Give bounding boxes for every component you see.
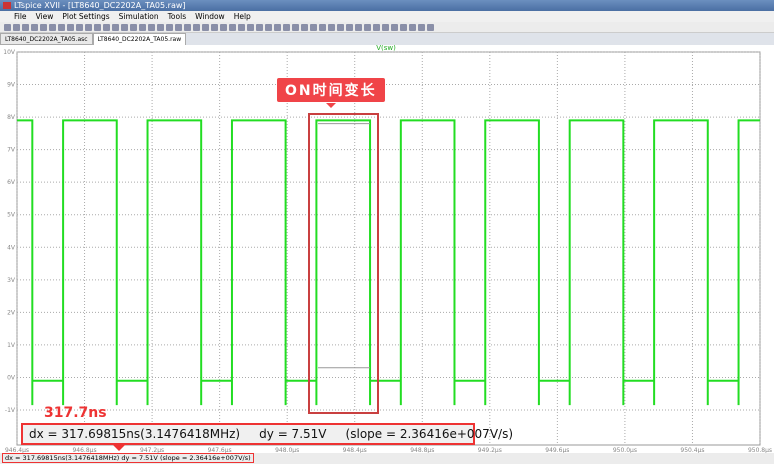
toolbar bbox=[0, 22, 774, 33]
y-tick-label: 7V bbox=[7, 147, 16, 154]
toolbar-button-icon[interactable] bbox=[175, 23, 182, 31]
tab-bar: LT8640_DC2202A_TA05.asc LT8640_DC2202A_TA… bbox=[0, 33, 774, 45]
toolbar-button-icon[interactable] bbox=[355, 23, 362, 31]
trace-label: V(sw) bbox=[376, 45, 396, 52]
y-tick-label: 0V bbox=[7, 374, 16, 381]
toolbar-button-icon[interactable] bbox=[364, 23, 371, 31]
toolbar-button-icon[interactable] bbox=[265, 23, 272, 31]
title-bar: LTspice XVII - [LT8640_DC2202A_TA05.raw] bbox=[0, 0, 774, 11]
toolbar-button-icon[interactable] bbox=[211, 23, 218, 31]
menu-view[interactable]: View bbox=[36, 11, 54, 22]
toolbar-button-icon[interactable] bbox=[301, 23, 308, 31]
toolbar-button-icon[interactable] bbox=[283, 23, 290, 31]
toolbar-button-icon[interactable] bbox=[49, 23, 56, 31]
y-tick-label: 9V bbox=[7, 82, 16, 89]
toolbar-button-icon[interactable] bbox=[166, 23, 173, 31]
menu-help[interactable]: Help bbox=[234, 11, 251, 22]
menu-window[interactable]: Window bbox=[195, 11, 225, 22]
toolbar-button-icon[interactable] bbox=[112, 23, 119, 31]
toolbar-button-icon[interactable] bbox=[427, 23, 434, 31]
toolbar-button-icon[interactable] bbox=[184, 23, 191, 31]
tab-waveform[interactable]: LT8640_DC2202A_TA05.raw bbox=[92, 33, 187, 45]
toolbar-button-icon[interactable] bbox=[346, 23, 353, 31]
toolbar-button-icon[interactable] bbox=[220, 23, 227, 31]
status-bar: dx = 317.69815ns(3.1476418MHz) dy = 7.51… bbox=[0, 453, 774, 464]
toolbar-button-icon[interactable] bbox=[310, 23, 317, 31]
toolbar-button-icon[interactable] bbox=[31, 23, 38, 31]
toolbar-button-icon[interactable] bbox=[76, 23, 83, 31]
toolbar-button-icon[interactable] bbox=[202, 23, 209, 31]
menu-file[interactable]: File bbox=[14, 11, 27, 22]
toolbar-button-icon[interactable] bbox=[238, 23, 245, 31]
toolbar-button-icon[interactable] bbox=[247, 23, 254, 31]
tab-schematic[interactable]: LT8640_DC2202A_TA05.asc bbox=[0, 33, 93, 45]
toolbar-button-icon[interactable] bbox=[130, 23, 137, 31]
menu-simulation[interactable]: Simulation bbox=[119, 11, 159, 22]
vsw-trace bbox=[17, 119, 760, 406]
toolbar-button-icon[interactable] bbox=[418, 23, 425, 31]
toolbar-button-icon[interactable] bbox=[337, 23, 344, 31]
toolbar-button-icon[interactable] bbox=[382, 23, 389, 31]
toolbar-button-icon[interactable] bbox=[274, 23, 281, 31]
status-text: dx = 317.69815ns(3.1476418MHz) dy = 7.51… bbox=[2, 453, 254, 463]
y-tick-label: 8V bbox=[7, 114, 16, 121]
toolbar-button-icon[interactable] bbox=[292, 23, 299, 31]
toolbar-button-icon[interactable] bbox=[139, 23, 146, 31]
toolbar-button-icon[interactable] bbox=[22, 23, 29, 31]
toolbar-button-icon[interactable] bbox=[157, 23, 164, 31]
y-tick-label: 3V bbox=[7, 277, 16, 284]
toolbar-button-icon[interactable] bbox=[4, 23, 11, 31]
dx-annotation: 317.7ns bbox=[44, 405, 107, 421]
toolbar-button-icon[interactable] bbox=[85, 23, 92, 31]
toolbar-button-icon[interactable] bbox=[328, 23, 335, 31]
window-title: LTspice XVII - [LT8640_DC2202A_TA05.raw] bbox=[14, 1, 186, 10]
toolbar-button-icon[interactable] bbox=[94, 23, 101, 31]
toolbar-button-icon[interactable] bbox=[67, 23, 74, 31]
y-tick-label: 10V bbox=[3, 49, 16, 56]
menu-tools[interactable]: Tools bbox=[168, 11, 186, 22]
menu-bar: File View Plot Settings Simulation Tools Wind… bbox=[0, 11, 774, 22]
toolbar-button-icon[interactable] bbox=[373, 23, 380, 31]
toolbar-button-icon[interactable] bbox=[256, 23, 263, 31]
toolbar-button-icon[interactable] bbox=[391, 23, 398, 31]
y-tick-label: 2V bbox=[7, 309, 16, 316]
y-tick-label: 5V bbox=[7, 212, 16, 219]
toolbar-button-icon[interactable] bbox=[409, 23, 416, 31]
toolbar-button-icon[interactable] bbox=[103, 23, 110, 31]
toolbar-button-icon[interactable] bbox=[13, 23, 20, 31]
y-tick-label: 1V bbox=[7, 342, 16, 349]
y-tick-label: 6V bbox=[7, 179, 16, 186]
ltspice-logo-icon bbox=[3, 2, 11, 9]
menu-plot-settings[interactable]: Plot Settings bbox=[62, 11, 109, 22]
on-time-callout: ON时间变长 bbox=[277, 78, 385, 108]
toolbar-button-icon[interactable] bbox=[229, 23, 236, 31]
y-tick-label: 4V bbox=[7, 244, 16, 251]
toolbar-button-icon[interactable] bbox=[319, 23, 326, 31]
toolbar-button-icon[interactable] bbox=[58, 23, 65, 31]
cursor-readout: dx = 317.69815ns(3.1476418MHz) dy = 7.51… bbox=[21, 423, 513, 451]
toolbar-button-icon[interactable] bbox=[400, 23, 407, 31]
toolbar-button-icon[interactable] bbox=[40, 23, 47, 31]
plot-frame bbox=[16, 51, 761, 446]
plot-svg[interactable]: 946.4µs 946.8µs 947.2µs 947.6µs 948.0µs 948.4… bbox=[0, 44, 774, 454]
y-tick-label: -1V bbox=[5, 407, 16, 414]
on-time-highlight-box bbox=[308, 113, 379, 414]
toolbar-button-icon[interactable] bbox=[121, 23, 128, 31]
toolbar-button-icon[interactable] bbox=[193, 23, 200, 31]
waveform-plot[interactable]: 946.4µs 946.8µs 947.2µs 947.6µs 948.0µs 948.4… bbox=[0, 44, 774, 454]
toolbar-button-icon[interactable] bbox=[148, 23, 155, 31]
